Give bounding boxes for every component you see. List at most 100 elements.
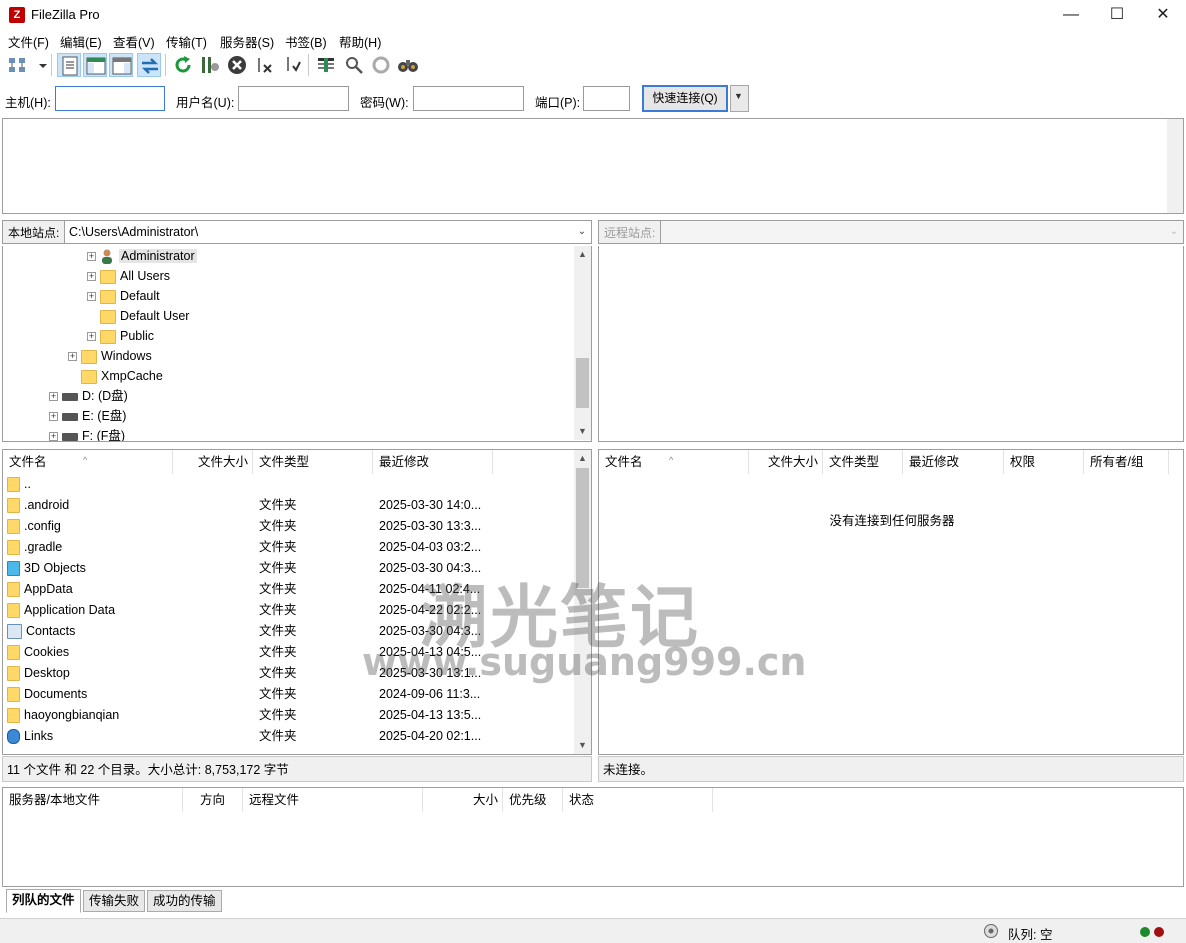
column-header-remote-file[interactable]: 远程文件	[243, 788, 423, 812]
menu-server[interactable]: 服务器(S)	[220, 32, 274, 51]
column-header-filename[interactable]: 文件名 ^	[599, 450, 749, 474]
toggle-message-log-icon[interactable]	[57, 53, 81, 77]
column-header-permissions[interactable]: 权限	[1004, 450, 1084, 474]
scroll-up-icon[interactable]: ▲	[574, 450, 591, 467]
table-row[interactable]: .gradle 文件夹 2025-04-03 03:2...	[3, 537, 576, 558]
reconnect-icon[interactable]	[280, 53, 304, 77]
message-log-scrollbar[interactable]	[1167, 119, 1183, 213]
column-header-modified[interactable]: 最近修改	[373, 450, 493, 474]
remote-directory-tree[interactable]	[598, 246, 1184, 442]
local-site-bar: 本地站点: C:\Users\Administrator\ ⌄	[2, 220, 592, 246]
column-header-filename[interactable]: 文件名 ^	[3, 450, 173, 474]
tree-item-windows[interactable]: + Windows	[68, 346, 152, 366]
quickconnect-button[interactable]: 快速连接(Q)	[642, 85, 728, 112]
toggle-remote-tree-icon[interactable]	[109, 53, 133, 77]
column-header-server-local-file[interactable]: 服务器/本地文件	[3, 788, 183, 812]
column-header-size[interactable]: 文件大小	[749, 450, 823, 474]
tab-queued-files[interactable]: 列队的文件	[6, 889, 81, 913]
host-input[interactable]	[55, 86, 165, 111]
tab-successful-transfers[interactable]: 成功的传输	[147, 890, 222, 912]
close-button[interactable]: ✕	[1140, 0, 1186, 30]
local-path-combo[interactable]: C:\Users\Administrator\ ⌄	[64, 220, 592, 244]
filter-icon[interactable]	[314, 53, 338, 77]
tree-item-all-users[interactable]: + All Users	[87, 266, 170, 286]
table-row[interactable]: Links 文件夹 2025-04-20 02:1...	[3, 726, 576, 747]
expand-icon[interactable]: +	[87, 252, 96, 262]
tree-item-public[interactable]: + Public	[87, 326, 154, 346]
column-header-status[interactable]: 状态	[563, 788, 713, 812]
expand-icon[interactable]: +	[68, 352, 77, 362]
transfer-queue[interactable]: 服务器/本地文件 方向 远程文件 大小 优先级 状态	[2, 787, 1184, 887]
quickconnect-history-dropdown[interactable]: ▼	[730, 85, 749, 112]
local-directory-tree[interactable]: + Administrator + All Users + Default Defau…	[2, 246, 592, 442]
column-header-owner-group[interactable]: 所有者/组	[1084, 450, 1169, 474]
refresh-icon[interactable]	[171, 53, 195, 77]
maximize-button[interactable]: ☐	[1094, 0, 1140, 30]
file-modified: 2025-03-30 13:3...	[379, 519, 482, 533]
expand-icon[interactable]: +	[49, 412, 58, 422]
dropdown-arrow-icon[interactable]	[31, 53, 47, 77]
scroll-down-icon[interactable]: ▼	[574, 737, 591, 754]
file-name: ..	[24, 477, 31, 491]
column-header-priority[interactable]: 优先级	[503, 788, 563, 812]
site-manager-icon[interactable]	[5, 53, 29, 77]
password-input[interactable]	[413, 86, 524, 111]
table-row[interactable]: Documents 文件夹 2024-09-06 11:3...	[3, 684, 576, 705]
folder-icon	[7, 540, 20, 556]
tree-item-default-user[interactable]: Default User	[100, 306, 189, 326]
process-queue-icon[interactable]	[198, 53, 222, 77]
username-input[interactable]	[238, 86, 349, 111]
remote-path-combo[interactable]: ⌄	[660, 220, 1184, 244]
scroll-down-icon[interactable]: ▼	[574, 423, 591, 440]
column-header-modified[interactable]: 最近修改	[903, 450, 1004, 474]
scrollbar-thumb[interactable]	[576, 358, 589, 408]
tree-item-administrator[interactable]: + Administrator	[87, 246, 197, 266]
column-header-type[interactable]: 文件类型	[253, 450, 373, 474]
file-modified: 2025-03-30 14:0...	[379, 498, 482, 512]
toggle-local-tree-icon[interactable]	[83, 53, 107, 77]
menu-help[interactable]: 帮助(H)	[339, 32, 381, 51]
tree-item-xmpcache[interactable]: XmpCache	[81, 366, 163, 386]
table-row[interactable]: .config 文件夹 2025-03-30 13:3...	[3, 516, 576, 537]
compare-icon[interactable]	[342, 53, 366, 77]
local-tree-scrollbar[interactable]: ▲ ▼	[574, 246, 591, 440]
minimize-button[interactable]: —	[1048, 0, 1094, 30]
port-input[interactable]	[583, 86, 630, 111]
file-type: 文件夹	[259, 708, 297, 722]
folder-icon	[7, 498, 20, 514]
scroll-up-icon[interactable]: ▲	[574, 246, 591, 263]
expand-icon[interactable]: +	[49, 392, 58, 402]
tree-item-default[interactable]: + Default	[87, 286, 160, 306]
cancel-icon[interactable]	[225, 53, 249, 77]
message-log[interactable]	[2, 118, 1184, 214]
tree-item-drive-d[interactable]: + D: (D盘)	[49, 386, 128, 406]
column-header-size[interactable]: 大小	[423, 788, 503, 812]
expand-icon[interactable]: +	[87, 332, 96, 342]
folder-icon	[100, 269, 116, 284]
menu-view[interactable]: 查看(V)	[113, 32, 155, 51]
tab-failed-transfers[interactable]: 传输失败	[83, 890, 146, 912]
column-header-direction[interactable]: 方向	[183, 788, 243, 812]
column-header-size[interactable]: 文件大小	[173, 450, 253, 474]
folder-icon	[7, 519, 20, 535]
column-header-type[interactable]: 文件类型	[823, 450, 903, 474]
folder-icon	[81, 349, 97, 364]
menu-bookmarks[interactable]: 书签(B)	[285, 32, 327, 51]
menu-transfer[interactable]: 传输(T)	[166, 32, 207, 51]
expand-icon[interactable]: +	[87, 272, 96, 282]
expand-icon[interactable]: +	[87, 292, 96, 302]
search-icon[interactable]	[396, 53, 420, 77]
table-row[interactable]: ..	[3, 474, 576, 495]
table-row[interactable]: haoyongbianqian 文件夹 2025-04-13 13:5...	[3, 705, 576, 726]
tree-item-drive-e[interactable]: + E: (E盘)	[49, 406, 126, 426]
expand-icon[interactable]: +	[49, 432, 58, 441]
disconnect-icon[interactable]	[253, 53, 277, 77]
sync-browse-icon[interactable]	[369, 53, 393, 77]
chevron-down-icon[interactable]: ⌄	[1167, 221, 1181, 243]
menu-file[interactable]: 文件(F)	[8, 32, 49, 51]
chevron-down-icon[interactable]: ⌄	[575, 221, 589, 243]
table-row[interactable]: .android 文件夹 2025-03-30 14:0...	[3, 495, 576, 516]
tree-item-drive-f[interactable]: + F: (F盘)	[49, 426, 125, 441]
menu-edit[interactable]: 编辑(E)	[60, 32, 102, 51]
toggle-transfer-queue-icon[interactable]	[137, 53, 161, 77]
